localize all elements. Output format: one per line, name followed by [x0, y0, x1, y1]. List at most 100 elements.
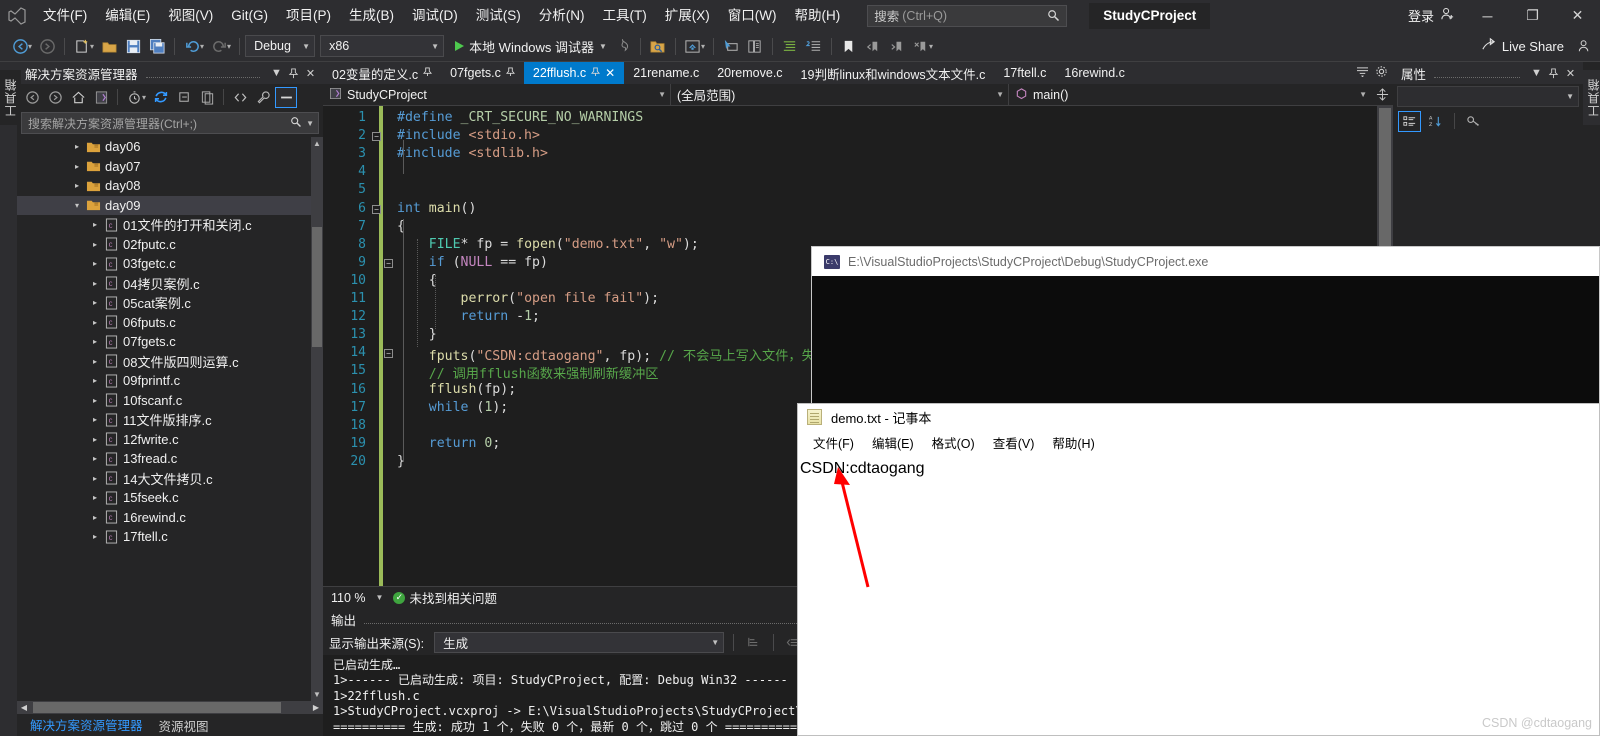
restore-button[interactable]: ❐ — [1510, 0, 1555, 31]
editor-tab[interactable]: 16rewind.c — [1055, 62, 1133, 84]
solution-tree[interactable]: ▲ ▼ ▸ day06 ▸ day07 ▸ day08 ▾ day09 ▸ C 01文件的打开和关闭… — [17, 137, 323, 701]
new-window-icon[interactable] — [743, 35, 767, 58]
home-icon[interactable] — [67, 87, 89, 108]
refresh-icon[interactable] — [150, 87, 172, 108]
split-editor-icon[interactable] — [1371, 88, 1393, 101]
collapse-region-icon[interactable]: − — [384, 258, 393, 268]
quick-search-input[interactable]: 搜索 (Ctrl+Q) — [867, 4, 1068, 27]
solution-configuration-combo[interactable]: Debug ▼ — [245, 35, 316, 57]
code-line[interactable]: #include <stdlib.h> — [397, 146, 548, 161]
tree-file-row[interactable]: ▸ C 04拷贝案例.c — [17, 274, 323, 294]
forward-icon[interactable] — [44, 87, 66, 108]
zoom-combo[interactable]: 110 % ▼ — [331, 591, 389, 605]
close-icon[interactable]: ✕ — [302, 64, 319, 82]
tree-folder-row[interactable]: ▸ day07 — [17, 157, 323, 177]
tree-file-row[interactable]: ▸ C 16rewind.c — [17, 508, 323, 528]
notepad-window[interactable]: demo.txt - 记事本 文件(F) 编辑(E) 格式(O) 查看(V) 帮… — [797, 403, 1600, 736]
code-line[interactable]: fputs("CSDN:cdtaogang", fp); // 不会马上写入文件… — [397, 345, 815, 364]
sign-in-button[interactable]: 登录 — [1398, 6, 1465, 25]
editor-tab[interactable]: 07fgets.c — [441, 62, 524, 84]
indent-lines-icon[interactable] — [778, 35, 802, 58]
tree-file-row[interactable]: ▸ C 08文件版四则运算.c — [17, 352, 323, 372]
code-line[interactable]: #define _CRT_SECURE_NO_WARNINGS — [397, 110, 643, 125]
tree-file-row[interactable]: ▸ C 09fprintf.c — [17, 371, 323, 391]
chevron-right-icon[interactable]: ▸ — [93, 454, 103, 463]
menu-item-extensions[interactable]: 扩展(X) — [656, 0, 719, 31]
chevron-right-icon[interactable]: ▸ — [93, 337, 103, 346]
search-folder-icon[interactable] — [646, 35, 670, 58]
find-message-icon[interactable] — [743, 633, 764, 653]
categorized-view-icon[interactable] — [1398, 110, 1421, 132]
code-line[interactable]: while (1); — [397, 400, 508, 415]
chevron-right-icon[interactable]: ▸ — [93, 435, 103, 444]
chevron-right-icon[interactable]: ▸ — [93, 513, 103, 522]
tree-folder-row[interactable]: ▸ day06 — [17, 137, 323, 157]
collapse-region-icon[interactable]: − — [372, 204, 381, 214]
gear-icon[interactable] — [1375, 65, 1388, 81]
collapse-region-icon[interactable]: − — [384, 349, 393, 359]
tree-vertical-scrollbar[interactable]: ▲ ▼ — [311, 137, 323, 701]
chevron-right-icon[interactable]: ▸ — [93, 279, 103, 288]
code-line[interactable]: perror("open file fail"); — [397, 291, 660, 306]
pending-changes-caret-icon[interactable]: ▾ — [142, 93, 146, 102]
open-file-icon[interactable] — [97, 35, 121, 58]
code-line[interactable]: if (NULL == fp) — [397, 255, 548, 270]
chevron-right-icon[interactable]: ▸ — [93, 357, 103, 366]
code-line[interactable]: fflush(fp); — [397, 382, 516, 397]
solution-icon[interactable] — [90, 87, 112, 108]
live-share-button[interactable]: Live Share — [1481, 37, 1572, 55]
code-line[interactable]: // 调用fflush函数来强制刷新缓冲区 — [397, 363, 659, 382]
solution-platform-combo[interactable]: x86 ▼ — [320, 35, 445, 57]
menu-item-window[interactable]: 窗口(W) — [719, 0, 786, 31]
tree-file-row[interactable]: ▸ C 14大文件拷贝.c — [17, 469, 323, 489]
notepad-menu-format[interactable]: 格式(O) — [924, 431, 983, 454]
tab-resource-view[interactable]: 资源视图 — [152, 714, 216, 736]
chevron-right-icon[interactable]: ▸ — [93, 240, 103, 249]
bookmark-icon[interactable] — [837, 35, 861, 58]
menu-item-build[interactable]: 生成(B) — [340, 0, 403, 31]
new-project-caret-icon[interactable]: ▾ — [90, 42, 94, 51]
tree-file-row[interactable]: ▸ C 12fwrite.c — [17, 430, 323, 450]
scroll-right-arrow-icon[interactable]: ▶ — [309, 703, 323, 712]
tree-folder-row[interactable]: ▾ day09 — [17, 195, 323, 215]
tree-horizontal-scrollbar[interactable]: ◀ ▶ — [17, 701, 323, 714]
solution-explorer-search-input[interactable]: 搜索解决方案资源管理器(Ctrl+;) ▼ — [21, 112, 319, 134]
code-line[interactable]: FILE* fp = fopen("demo.txt", "w"); — [397, 237, 699, 252]
menu-item-test[interactable]: 测试(S) — [467, 0, 530, 31]
property-pages-icon[interactable] — [1462, 111, 1485, 132]
editor-tab[interactable]: 21rename.c — [624, 62, 708, 84]
properties-object-combo[interactable]: ▼ — [1397, 86, 1579, 107]
next-bookmark-icon[interactable] — [885, 35, 909, 58]
chevron-down-icon[interactable]: ▾ — [75, 201, 85, 210]
menu-item-tools[interactable]: 工具(T) — [594, 0, 656, 31]
tab-list-icon[interactable] — [1356, 66, 1369, 80]
chevron-right-icon[interactable]: ▸ — [93, 318, 103, 327]
navigate-forward-icon[interactable] — [35, 35, 59, 58]
editor-tab[interactable]: 19判断linux和windows文本文件.c — [792, 62, 995, 84]
tab-solution-explorer[interactable]: 解决方案资源管理器 — [23, 713, 150, 736]
chevron-right-icon[interactable]: ▸ — [93, 493, 103, 502]
menu-item-help[interactable]: 帮助(H) — [785, 0, 849, 31]
menu-item-edit[interactable]: 编辑(E) — [96, 0, 159, 31]
toolbox-vertical-tab[interactable]: 工具箱 — [0, 70, 21, 125]
scroll-left-arrow-icon[interactable]: ◀ — [17, 703, 31, 712]
notepad-text-area[interactable]: CSDN:cdtaogang — [798, 454, 1599, 478]
tree-folder-row[interactable]: ▸ day08 — [17, 176, 323, 196]
home-window-caret-icon[interactable]: ▾ — [701, 42, 705, 51]
show-all-files-icon[interactable] — [196, 87, 218, 108]
pin-icon[interactable] — [505, 67, 515, 80]
properties-window-icon[interactable] — [275, 86, 298, 108]
close-button[interactable]: ✕ — [1555, 0, 1600, 31]
properties-wrench-icon[interactable] — [252, 87, 274, 108]
navbar-scope-combo[interactable]: (全局范围) ▼ — [671, 83, 1009, 106]
panel-menu-icon[interactable]: ▼ — [1528, 64, 1545, 82]
chevron-right-icon[interactable]: ▸ — [93, 474, 103, 483]
redo-caret-icon[interactable]: ▾ — [227, 42, 231, 51]
hscroll-thumb[interactable] — [33, 702, 281, 713]
chevron-right-icon[interactable]: ▸ — [75, 142, 85, 151]
scroll-down-arrow-icon[interactable]: ▼ — [311, 688, 323, 701]
menu-item-analyze[interactable]: 分析(N) — [530, 0, 594, 31]
chevron-right-icon[interactable]: ▸ — [93, 532, 103, 541]
chevron-right-icon[interactable]: ▸ — [93, 259, 103, 268]
notepad-menu-file[interactable]: 文件(F) — [805, 431, 862, 454]
